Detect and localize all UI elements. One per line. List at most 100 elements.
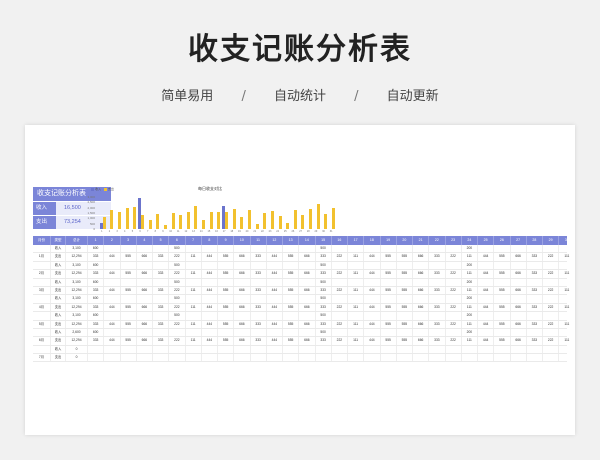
day-cell[interactable]: 444 — [478, 286, 495, 295]
day-cell[interactable] — [202, 345, 218, 354]
day-cell[interactable] — [169, 354, 186, 362]
day-cell[interactable] — [202, 312, 218, 320]
day-cell[interactable] — [527, 278, 543, 286]
day-cell[interactable] — [478, 278, 495, 286]
day-cell[interactable]: 555 — [283, 270, 300, 278]
day-cell[interactable] — [413, 345, 430, 354]
day-cell[interactable]: 444 — [104, 303, 121, 312]
day-cell[interactable]: 222 — [543, 320, 560, 328]
day-cell[interactable] — [153, 295, 170, 303]
day-cell[interactable]: 666 — [511, 253, 527, 261]
day-cell[interactable]: 666 — [137, 270, 153, 278]
day-cell[interactable] — [251, 245, 267, 253]
day-cell[interactable] — [478, 245, 495, 253]
day-cell[interactable] — [348, 328, 365, 337]
day-cell[interactable] — [121, 354, 137, 362]
day-cell[interactable] — [543, 345, 560, 354]
day-cell[interactable] — [283, 354, 300, 362]
day-cell[interactable] — [527, 295, 543, 303]
day-cell[interactable] — [186, 278, 202, 286]
day-cell[interactable] — [559, 245, 575, 253]
day-cell[interactable] — [332, 312, 348, 320]
day-cell[interactable]: 111 — [348, 286, 365, 295]
day-cell[interactable] — [429, 328, 446, 337]
day-cell[interactable] — [494, 278, 511, 286]
day-cell[interactable] — [218, 354, 235, 362]
day-cell[interactable] — [121, 261, 137, 270]
day-cell[interactable] — [446, 345, 462, 354]
day-cell[interactable] — [267, 345, 283, 354]
day-cell[interactable] — [299, 295, 316, 303]
day-cell[interactable] — [446, 278, 462, 286]
day-cell[interactable]: 111 — [186, 253, 202, 261]
day-cell[interactable]: 222 — [543, 253, 560, 261]
month-cell[interactable]: 1月 — [33, 253, 51, 261]
day-cell[interactable] — [153, 261, 170, 270]
day-cell[interactable]: 444 — [104, 320, 121, 328]
total-cell[interactable]: 12,294 — [66, 303, 88, 312]
day-cell[interactable]: 200 — [462, 312, 478, 320]
day-cell[interactable] — [186, 312, 202, 320]
day-cell[interactable] — [494, 312, 511, 320]
day-cell[interactable]: 333 — [153, 253, 170, 261]
day-cell[interactable]: 333 — [429, 270, 446, 278]
day-cell[interactable]: 500 — [316, 245, 332, 253]
day-cell[interactable]: 444 — [267, 337, 283, 345]
day-cell[interactable]: 200 — [462, 245, 478, 253]
day-cell[interactable] — [511, 245, 527, 253]
day-cell[interactable] — [348, 245, 365, 253]
day-cell[interactable] — [397, 295, 413, 303]
day-cell[interactable]: 500 — [169, 278, 186, 286]
day-cell[interactable]: 555 — [283, 303, 300, 312]
type-cell[interactable]: 收入 — [51, 328, 66, 337]
day-cell[interactable] — [218, 295, 235, 303]
day-cell[interactable] — [527, 354, 543, 362]
day-cell[interactable] — [413, 261, 430, 270]
day-cell[interactable] — [218, 245, 235, 253]
day-cell[interactable] — [137, 354, 153, 362]
day-cell[interactable]: 111 — [186, 320, 202, 328]
day-cell[interactable] — [153, 245, 170, 253]
day-cell[interactable] — [267, 245, 283, 253]
day-cell[interactable]: 555 — [283, 286, 300, 295]
day-cell[interactable]: 444 — [364, 270, 381, 278]
day-cell[interactable]: 444 — [478, 320, 495, 328]
day-cell[interactable]: 666 — [299, 270, 316, 278]
day-cell[interactable]: 444 — [267, 253, 283, 261]
day-cell[interactable]: 111 — [559, 303, 575, 312]
day-cell[interactable]: 111 — [186, 303, 202, 312]
type-cell[interactable]: 支出 — [51, 337, 66, 345]
day-cell[interactable]: 222 — [446, 253, 462, 261]
day-cell[interactable]: 222 — [169, 303, 186, 312]
day-cell[interactable] — [234, 295, 251, 303]
day-cell[interactable]: 600 — [88, 312, 105, 320]
day-cell[interactable]: 555 — [121, 286, 137, 295]
day-cell[interactable]: 555 — [494, 303, 511, 312]
day-cell[interactable] — [299, 328, 316, 337]
day-cell[interactable] — [121, 345, 137, 354]
total-cell[interactable]: 3,100 — [66, 312, 88, 320]
day-cell[interactable] — [332, 328, 348, 337]
day-cell[interactable]: 333 — [251, 303, 267, 312]
day-cell[interactable] — [348, 312, 365, 320]
day-cell[interactable]: 333 — [316, 303, 332, 312]
day-cell[interactable] — [511, 354, 527, 362]
day-cell[interactable] — [397, 278, 413, 286]
day-cell[interactable] — [104, 345, 121, 354]
day-cell[interactable]: 111 — [462, 270, 478, 278]
day-cell[interactable] — [104, 354, 121, 362]
day-cell[interactable]: 555 — [381, 303, 397, 312]
day-cell[interactable] — [559, 278, 575, 286]
day-cell[interactable]: 555 — [218, 270, 235, 278]
type-cell[interactable]: 收入 — [51, 345, 66, 354]
day-cell[interactable] — [381, 278, 397, 286]
day-cell[interactable]: 111 — [462, 253, 478, 261]
day-cell[interactable]: 666 — [511, 303, 527, 312]
day-cell[interactable] — [364, 261, 381, 270]
day-cell[interactable] — [429, 354, 446, 362]
day-cell[interactable]: 200 — [462, 295, 478, 303]
day-cell[interactable] — [446, 312, 462, 320]
day-cell[interactable]: 666 — [137, 337, 153, 345]
day-cell[interactable] — [446, 354, 462, 362]
day-cell[interactable]: 555 — [494, 270, 511, 278]
